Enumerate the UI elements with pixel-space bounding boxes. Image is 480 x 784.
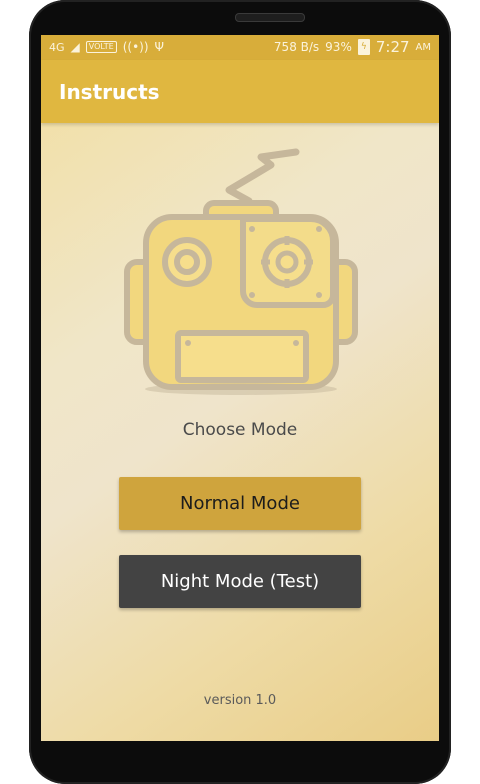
app-screen: 4G ◢ VOLTE ((•)) Ψ 758 B/s 93% ϟ 7:27 AM…: [41, 35, 439, 741]
volte-badge: VOLTE: [85, 41, 117, 53]
network-speed: 758 B/s: [273, 40, 320, 54]
status-right: 758 B/s 93% ϟ 7:27 AM: [274, 38, 431, 56]
speaker-grille: [235, 13, 305, 22]
battery-percent: 93%: [325, 40, 352, 54]
choose-mode-label: Choose Mode: [182, 420, 298, 440]
usb-icon: Ψ: [154, 40, 164, 54]
app-bar: Instructs: [41, 60, 439, 123]
clock-ampm: AM: [415, 41, 431, 53]
network-type-indicator: 4G: [49, 40, 65, 54]
robot-logo-icon: [124, 148, 358, 395]
battery-charging-icon: ϟ: [357, 39, 370, 55]
signal-icon: ◢: [70, 40, 80, 54]
normal-mode-button[interactable]: Normal Mode: [119, 477, 361, 530]
hotspot-icon: ((•)): [122, 40, 149, 54]
night-mode-button[interactable]: Night Mode (Test): [119, 555, 361, 608]
version-label: version 1.0: [203, 693, 277, 708]
app-title: Instructs: [59, 80, 160, 104]
clock: 7:27: [375, 38, 410, 56]
status-left: 4G ◢ VOLTE ((•)) Ψ: [49, 40, 164, 54]
status-bar: 4G ◢ VOLTE ((•)) Ψ 758 B/s 93% ϟ 7:27 AM: [41, 35, 439, 60]
